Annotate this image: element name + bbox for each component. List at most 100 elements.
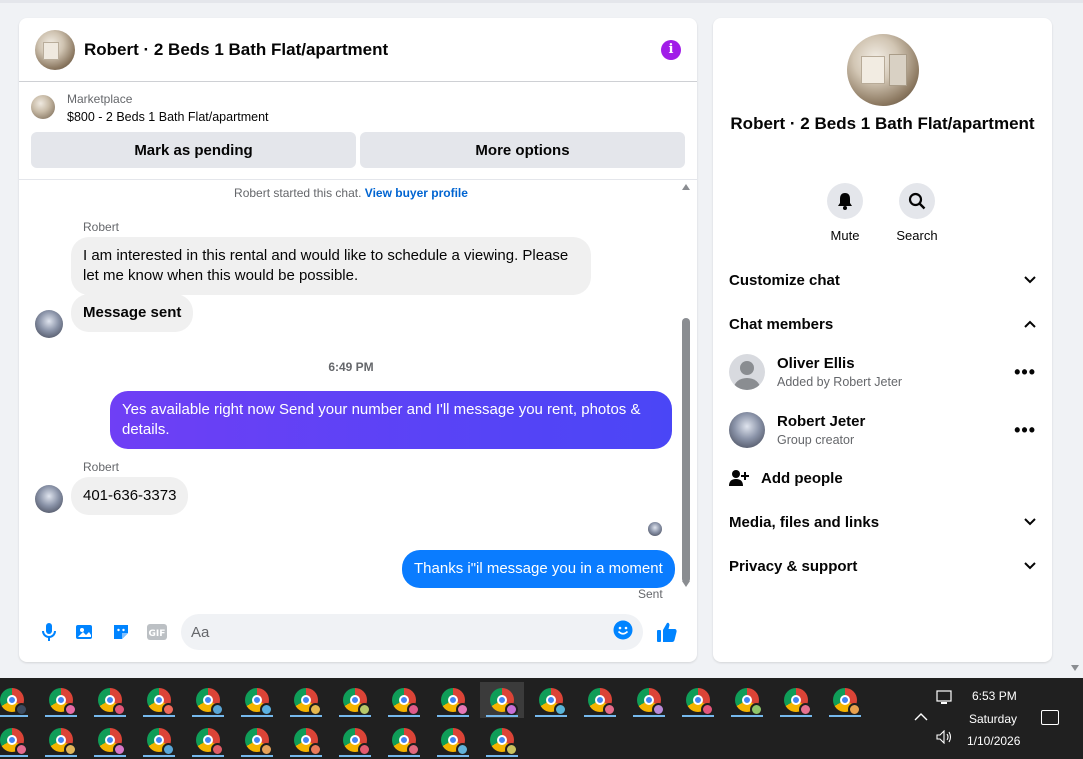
taskbar-app[interactable] xyxy=(137,682,181,718)
taskbar-app[interactable] xyxy=(382,722,426,758)
taskbar-app[interactable] xyxy=(333,722,377,758)
chat-title: Robert · 2 Beds 1 Bath Flat/apartment xyxy=(84,39,389,59)
search-action[interactable]: Search xyxy=(887,183,947,243)
listing-avatar[interactable] xyxy=(35,29,75,70)
scroll-up-arrow[interactable] xyxy=(682,184,690,190)
chrome-icon xyxy=(539,688,567,716)
taskbar-app[interactable] xyxy=(186,682,230,718)
taskbar-app[interactable] xyxy=(823,682,867,718)
taskbar-app[interactable] xyxy=(39,722,83,758)
chrome-icon xyxy=(147,728,175,756)
thumbs-up-icon[interactable] xyxy=(649,614,685,650)
taskbar-app[interactable] xyxy=(0,722,34,758)
marketplace-listing[interactable]: Marketplace $800 - 2 Beds 1 Bath Flat/ap… xyxy=(19,82,697,130)
gif-icon[interactable]: GIF xyxy=(139,614,175,650)
outgoing-message[interactable]: Yes available right now Send your number… xyxy=(110,391,672,449)
emoji-icon[interactable] xyxy=(613,620,633,645)
more-options-button[interactable]: More options xyxy=(360,132,685,168)
chrome-icon xyxy=(294,688,322,716)
sender-name: Robert xyxy=(83,220,120,234)
chrome-icon xyxy=(49,728,77,756)
customize-chat-row[interactable]: Customize chat xyxy=(729,262,1036,298)
add-person-icon xyxy=(729,470,749,486)
taskbar-app-active[interactable] xyxy=(480,682,524,718)
taskbar-app[interactable] xyxy=(627,682,671,718)
chrome-icon xyxy=(392,688,420,716)
taskbar-app[interactable] xyxy=(431,722,475,758)
page-scroll-down-arrow[interactable] xyxy=(1071,665,1079,671)
clock-time[interactable]: 6:53 PM xyxy=(972,689,1017,703)
taskbar-app[interactable] xyxy=(284,722,328,758)
taskbar-app[interactable] xyxy=(480,722,524,758)
media-files-row[interactable]: Media, files and links xyxy=(729,504,1036,540)
sender-avatar[interactable] xyxy=(35,485,63,513)
marketplace-label: Marketplace xyxy=(67,92,133,106)
chrome-icon xyxy=(343,688,371,716)
outgoing-message[interactable]: Thanks i"il message you in a moment xyxy=(402,550,675,588)
more-icon[interactable]: ••• xyxy=(1014,362,1036,383)
member-subtitle: Group creator xyxy=(777,433,855,447)
chevron-up-icon xyxy=(1024,320,1036,328)
top-border xyxy=(0,0,1083,3)
message-list: Robert started this chat. View buyer pro… xyxy=(19,179,697,606)
taskbar-app[interactable] xyxy=(774,682,818,718)
taskbar: 6:53 PM Saturday 1/10/2026 xyxy=(0,678,1083,759)
chrome-icon xyxy=(98,728,126,756)
show-hidden-icons-icon[interactable] xyxy=(914,712,928,722)
taskbar-app[interactable] xyxy=(529,682,573,718)
message-composer: GIF xyxy=(19,610,697,654)
privacy-support-row[interactable]: Privacy & support xyxy=(729,548,1036,584)
taskbar-app[interactable] xyxy=(39,682,83,718)
sender-name: Robert xyxy=(83,460,120,474)
sender-avatar[interactable] xyxy=(35,310,63,338)
microphone-icon[interactable] xyxy=(31,614,67,650)
taskbar-app[interactable] xyxy=(88,682,132,718)
taskbar-app[interactable] xyxy=(578,682,622,718)
mark-as-pending-button[interactable]: Mark as pending xyxy=(31,132,356,168)
volume-icon[interactable] xyxy=(936,730,954,744)
incoming-message[interactable]: I am interested in this rental and would… xyxy=(71,237,591,295)
taskbar-app[interactable] xyxy=(333,682,377,718)
taskbar-app[interactable] xyxy=(431,682,475,718)
taskbar-app[interactable] xyxy=(88,722,132,758)
taskbar-app[interactable] xyxy=(137,722,181,758)
sticker-icon[interactable] xyxy=(103,614,139,650)
view-buyer-profile-link[interactable]: View buyer profile xyxy=(365,186,468,200)
scroll-thumb[interactable] xyxy=(682,318,690,583)
member-item[interactable]: Robert Jeter Group creator ••• xyxy=(729,408,1036,452)
mute-label: Mute xyxy=(830,228,860,243)
chrome-icon xyxy=(833,688,861,716)
taskbar-app[interactable] xyxy=(382,682,426,718)
listing-price: $800 - 2 Beds 1 Bath Flat/apartment xyxy=(67,110,269,124)
clock-date[interactable]: 1/10/2026 xyxy=(967,734,1020,748)
default-avatar xyxy=(729,354,765,390)
taskbar-app[interactable] xyxy=(725,682,769,718)
chat-header: Robert · 2 Beds 1 Bath Flat/apartment i xyxy=(19,18,697,82)
message-input[interactable] xyxy=(191,623,613,641)
message-scrollbar[interactable] xyxy=(681,180,691,607)
chrome-icon xyxy=(0,688,28,716)
taskbar-app[interactable] xyxy=(0,682,34,718)
more-icon[interactable]: ••• xyxy=(1014,420,1036,441)
taskbar-app[interactable] xyxy=(284,682,328,718)
notification-center-icon[interactable] xyxy=(1041,710,1059,725)
scroll-down-arrow[interactable] xyxy=(682,581,690,587)
incoming-message[interactable]: Message sent xyxy=(71,294,194,332)
add-people-row[interactable]: Add people xyxy=(729,460,1036,496)
taskbar-app[interactable] xyxy=(676,682,720,718)
network-icon[interactable] xyxy=(936,690,954,706)
info-icon[interactable]: i xyxy=(661,39,681,60)
taskbar-app[interactable] xyxy=(235,682,279,718)
side-title: Robert · 2 Beds 1 Bath Flat/apartment xyxy=(730,114,1035,133)
chat-members-row[interactable]: Chat members xyxy=(729,306,1036,342)
photo-icon[interactable] xyxy=(67,614,103,650)
taskbar-app[interactable] xyxy=(235,722,279,758)
incoming-message[interactable]: 401-636-3373 xyxy=(71,477,189,515)
chrome-icon xyxy=(588,688,616,716)
clock-day[interactable]: Saturday xyxy=(969,712,1017,726)
chrome-icon xyxy=(196,688,224,716)
mute-action[interactable]: Mute xyxy=(815,183,875,243)
taskbar-app[interactable] xyxy=(186,722,230,758)
chat-info-panel: Robert · 2 Beds 1 Bath Flat/apartment Mu… xyxy=(713,18,1052,662)
member-item[interactable]: Oliver Ellis Added by Robert Jeter ••• xyxy=(729,350,1036,394)
